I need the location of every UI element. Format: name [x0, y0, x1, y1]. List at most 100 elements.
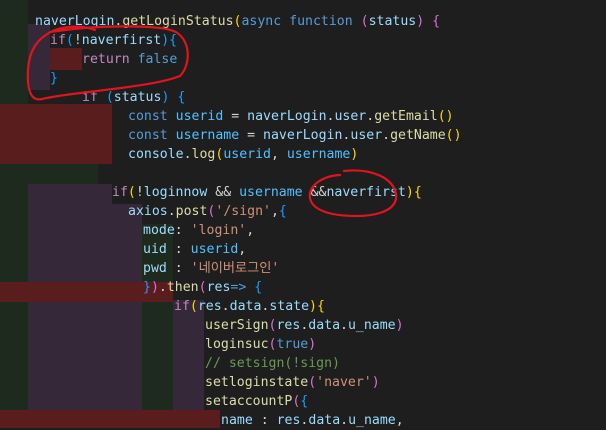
- code-token: userid: [175, 109, 224, 124]
- code-line[interactable]: axios.post('/sign',{: [128, 202, 287, 221]
- code-token: :: [252, 413, 277, 428]
- code-token: false: [137, 52, 178, 67]
- code-line[interactable]: const username = naverLogin.user.getName…: [128, 126, 462, 145]
- code-token: loginnow: [143, 185, 208, 200]
- code-line[interactable]: userSign(res.data.u_name): [205, 316, 404, 335]
- code-line[interactable]: naverLogin.getLoginStatus(async function…: [35, 12, 440, 31]
- code-token: =>: [230, 280, 255, 295]
- code-token: post: [175, 204, 208, 219]
- code-editor[interactable]: naverLogin. getLoginStatus ( async function…: [0, 0, 606, 428]
- code-token: username: [175, 128, 240, 143]
- code-token: uid: [143, 242, 167, 257]
- code-token: :: [166, 261, 191, 276]
- code-token: .: [221, 299, 230, 314]
- indent-guide: [0, 410, 220, 428]
- code-token: {: [254, 280, 263, 295]
- code-token: }: [143, 280, 151, 295]
- code-line[interactable]: const userid = naverLogin.user.getEmail(…: [128, 107, 454, 126]
- code-token: naverLogin: [263, 128, 343, 143]
- code-token: !: [135, 185, 144, 200]
- code-line[interactable]: if(!loginnow && username &&naverfirst){: [112, 183, 422, 202]
- code-token: :: [166, 242, 191, 257]
- code-line[interactable]: // setsign(!sign): [205, 354, 340, 373]
- code-token: getEmail: [374, 109, 438, 124]
- code-token: data: [308, 413, 341, 428]
- code-token: console: [128, 147, 184, 162]
- code-token: (: [308, 375, 317, 390]
- code-token: // setsign(!sign): [205, 356, 340, 371]
- code-token: u_name: [347, 318, 396, 333]
- code-token: {: [317, 299, 325, 314]
- code-line[interactable]: console.log(userid, username): [128, 145, 358, 164]
- code-token: ,: [246, 223, 255, 238]
- code-token: mode: [143, 223, 175, 238]
- indent-guide: [50, 48, 82, 70]
- code-token: (): [445, 128, 462, 143]
- code-token: const: [128, 109, 168, 124]
- code-token: userid: [190, 242, 239, 257]
- code-token: .: [183, 147, 192, 162]
- code-token: username: [286, 147, 351, 162]
- code-token: 'naver': [316, 375, 372, 390]
- code-line[interactable]: pwd : '네이버로그인': [143, 259, 279, 278]
- code-token: data: [229, 299, 262, 314]
- code-line[interactable]: }).then(res=> {: [143, 278, 262, 297]
- code-token: getLoginStatus: [122, 14, 234, 29]
- code-token: .: [340, 318, 348, 333]
- code-token: res: [276, 413, 301, 428]
- indent-guide: [28, 184, 112, 428]
- code-token: res: [276, 318, 301, 333]
- code-line[interactable]: if(!naverfirst){: [50, 31, 177, 50]
- code-token: return: [82, 52, 130, 67]
- code-token: axios: [128, 204, 168, 219]
- code-token: loginsuc: [205, 337, 269, 352]
- code-token: then: [166, 280, 199, 295]
- code-token: user: [334, 109, 367, 124]
- code-token: log: [191, 147, 216, 162]
- code-token: {: [413, 185, 422, 200]
- code-line[interactable]: uid : userid,: [143, 240, 246, 259]
- code-line[interactable]: loginsuc(true): [205, 335, 316, 354]
- code-line[interactable]: }: [50, 69, 58, 88]
- code-token: ): [308, 337, 317, 352]
- code-line[interactable]: name : res.data.u_name,: [221, 411, 404, 430]
- code-token: pwd: [143, 261, 167, 276]
- code-token: 'login': [190, 223, 247, 238]
- code-token: naverLogin: [247, 109, 327, 124]
- code-token: :: [174, 223, 191, 238]
- code-token: ): [416, 14, 425, 29]
- code-token: {: [432, 14, 441, 29]
- code-token: naverLogin: [35, 14, 115, 29]
- code-token: async: [241, 14, 282, 29]
- code-token: (: [105, 90, 114, 105]
- code-line[interactable]: if (status) {: [82, 88, 185, 107]
- code-token: &&: [207, 185, 240, 200]
- code-token: '네이버로그인': [190, 261, 280, 276]
- code-token: function: [289, 14, 353, 29]
- code-token: ): [150, 280, 159, 295]
- code-line[interactable]: setloginstate('naver'): [205, 373, 380, 392]
- code-token: ): [371, 375, 380, 390]
- code-token: getName: [390, 128, 446, 143]
- code-token: ): [405, 185, 414, 200]
- code-token: if: [174, 299, 190, 314]
- code-token: ): [395, 318, 404, 333]
- code-token: (: [360, 14, 369, 29]
- code-token: status: [368, 14, 417, 29]
- code-token: .: [382, 128, 391, 143]
- code-line[interactable]: return false: [82, 50, 177, 69]
- code-token: userSign: [205, 318, 269, 333]
- code-token: .: [340, 413, 349, 428]
- code-line[interactable]: setaccountP({: [205, 392, 308, 411]
- code-token: naverfirst: [81, 33, 162, 48]
- indent-guide: [0, 164, 98, 184]
- code-token: if: [50, 33, 66, 48]
- code-token: res: [206, 280, 231, 295]
- code-line[interactable]: mode: 'login',: [143, 221, 254, 240]
- code-line[interactable]: if(res.data.state){: [174, 297, 325, 316]
- code-token: (: [127, 185, 136, 200]
